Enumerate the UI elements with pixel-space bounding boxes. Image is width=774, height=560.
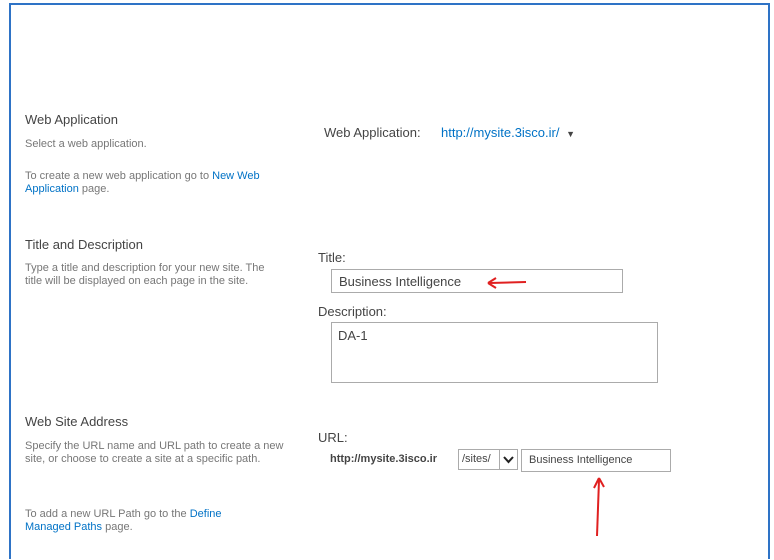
url-name-value: Business Intelligence xyxy=(529,454,633,466)
web-application-select-text: Select a web application. xyxy=(25,138,147,150)
web-application-create-text: To create a new web application go to Ne… xyxy=(25,170,275,196)
title-description-desc: Type a title and description for your ne… xyxy=(25,262,265,287)
web-site-address-desc: Specify the URL name and URL path to cre… xyxy=(25,440,284,465)
description-textarea[interactable]: DA-1 xyxy=(331,322,658,383)
title-input[interactable]: Business Intelligence xyxy=(331,269,623,293)
web-application-selector[interactable]: http://mysite.3isco.ir/ ▼ xyxy=(441,125,575,140)
create-prefix: To create a new web application go to xyxy=(25,170,210,182)
url-base-text: http://mysite.3isco.ir xyxy=(330,453,437,465)
web-application-label: Web Application: xyxy=(324,125,421,140)
left-arrow-annotation-icon xyxy=(487,277,527,289)
add-prefix: To add a new URL Path go to the xyxy=(25,508,187,520)
create-suffix: page. xyxy=(81,183,110,195)
title-input-value: Business Intelligence xyxy=(339,274,462,289)
url-field-label: URL: xyxy=(318,430,348,445)
add-suffix: page. xyxy=(105,521,133,533)
web-site-address-section-title: Web Site Address xyxy=(25,414,129,429)
description-field-label: Description: xyxy=(318,304,387,319)
title-description-section-title: Title and Description xyxy=(25,237,144,252)
url-path-dropdown-button[interactable] xyxy=(499,450,517,469)
chevron-down-icon xyxy=(503,456,514,464)
title-field-label: Title: xyxy=(318,250,346,265)
url-path-select[interactable]: /sites/ xyxy=(458,449,518,470)
description-textarea-value: DA-1 xyxy=(338,328,368,343)
web-application-url[interactable]: http://mysite.3isco.ir/ xyxy=(441,125,559,140)
dropdown-arrow-icon[interactable]: ▼ xyxy=(566,129,575,139)
url-name-input[interactable]: Business Intelligence xyxy=(521,449,671,472)
url-path-value: /sites/ xyxy=(462,453,491,465)
web-site-address-add-text: To add a new URL Path go to the Define M… xyxy=(25,508,265,534)
up-arrow-annotation-icon xyxy=(593,477,605,537)
web-application-section-title: Web Application xyxy=(25,112,118,127)
